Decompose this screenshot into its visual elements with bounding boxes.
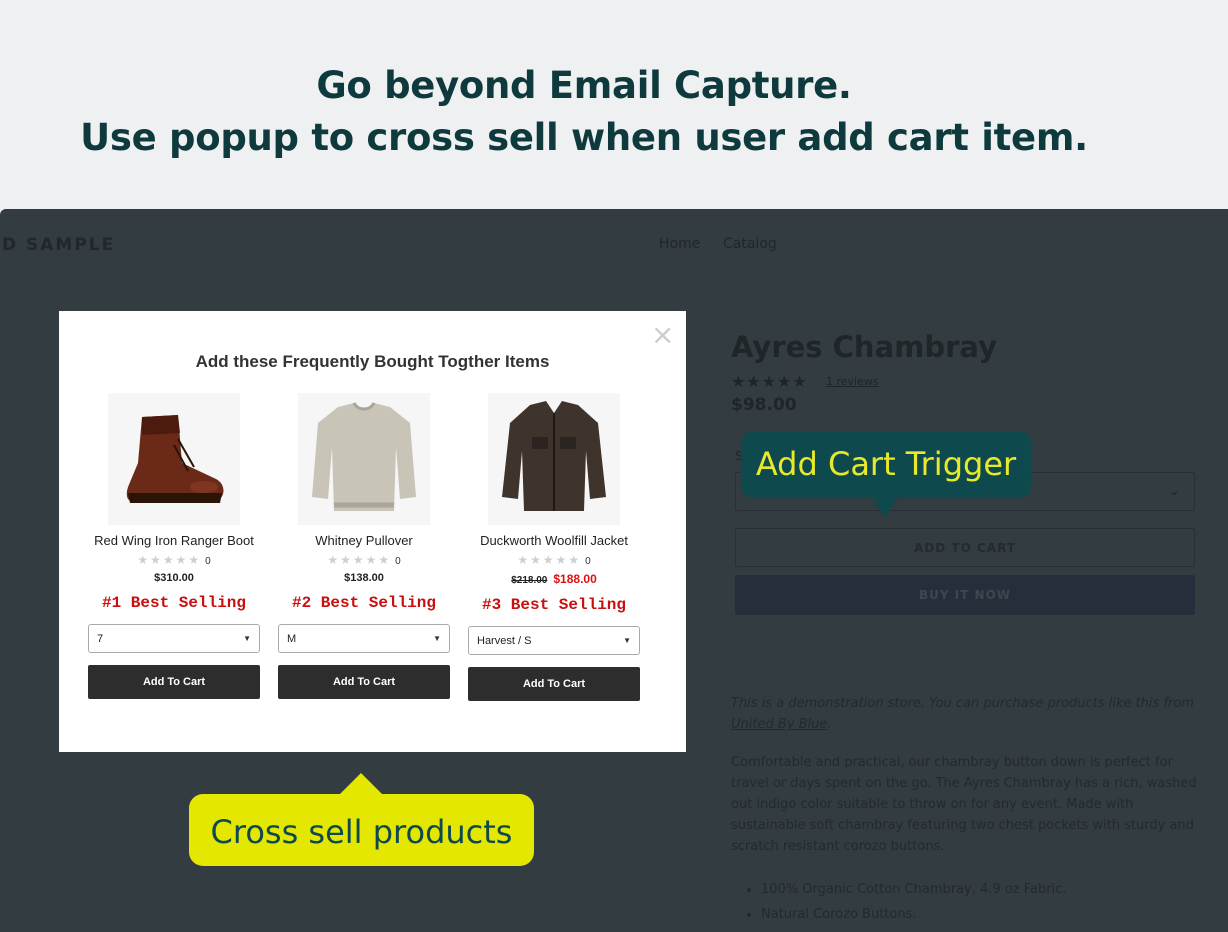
- chevron-down-icon: ⌄: [1169, 483, 1180, 498]
- boot-icon: [108, 393, 240, 525]
- star-icon: ★★★★★: [137, 553, 202, 567]
- rating-count: 0: [205, 556, 211, 567]
- page: Go beyond Email Capture. Use popup to cr…: [0, 0, 1228, 932]
- rating-count: 0: [395, 556, 401, 567]
- rating-count: 0: [585, 556, 591, 567]
- product-card: Whitney Pullover ★★★★★ 0 $138.00 #2 Best …: [278, 393, 450, 699]
- product-price: $98.00: [731, 395, 797, 415]
- reviews-link[interactable]: 1 reviews: [826, 375, 879, 388]
- popup-title: Add these Frequently Bought Togther Item…: [195, 352, 550, 371]
- product-price: $218.00 $188.00: [468, 572, 640, 586]
- product-price-value: $188.00: [553, 572, 597, 586]
- vendor-link[interactable]: United By Blue: [731, 717, 827, 732]
- product-title: Ayres Chambray: [731, 330, 997, 364]
- add-cart-trigger-callout: Add Cart Trigger: [741, 431, 1031, 498]
- variant-select[interactable]: M ▼: [278, 624, 450, 653]
- variant-value: M: [287, 633, 297, 645]
- star-icon: ★★★★★: [517, 553, 582, 567]
- product-rating: ★★★★★ 0: [278, 553, 450, 567]
- demo-note-end: .: [827, 717, 832, 732]
- best-selling-badge: #1 Best Selling: [101, 594, 247, 612]
- callout-pointer: [872, 497, 898, 518]
- feature-item: Natural Corozo Buttons.: [761, 902, 1066, 927]
- product-price-value: $138.00: [344, 572, 384, 584]
- product-image-jacket[interactable]: [488, 393, 620, 525]
- nav-link-catalog[interactable]: Catalog: [723, 236, 777, 252]
- feature-list: 100% Organic Cotton Chambray, 4.9 oz Fab…: [761, 877, 1066, 927]
- star-icon: ★★★★★: [327, 553, 392, 567]
- cross-sell-callout: Cross sell products: [189, 794, 534, 866]
- add-to-cart-button[interactable]: Add To Cart: [88, 665, 260, 699]
- add-to-cart-button[interactable]: Add To Cart: [278, 665, 450, 699]
- product-card: Red Wing Iron Ranger Boot ★★★★★ 0 $310.00…: [88, 393, 260, 699]
- product-price: $310.00: [88, 572, 260, 584]
- caret-down-icon: ▼: [623, 636, 631, 645]
- best-selling-badge: #3 Best Selling: [481, 596, 627, 614]
- variant-value: 7: [97, 633, 104, 645]
- caret-down-icon: ▼: [433, 634, 441, 643]
- nav-link-home[interactable]: Home: [659, 236, 700, 252]
- variant-select[interactable]: 7 ▼: [88, 624, 260, 653]
- product-price: $138.00: [278, 572, 450, 584]
- caret-down-icon: ▼: [243, 634, 251, 643]
- best-selling-badge: #2 Best Selling: [291, 594, 437, 612]
- product-rating: ★★★★★ 0: [88, 553, 260, 567]
- product-name[interactable]: Whitney Pullover: [278, 533, 450, 548]
- product-price-value: $310.00: [154, 572, 194, 584]
- callout-pointer: [339, 773, 383, 795]
- star-rating-icon: ★★★★★: [731, 374, 808, 391]
- buy-now-button[interactable]: BUY IT NOW: [735, 575, 1195, 615]
- jacket-icon: [488, 393, 620, 525]
- product-rating: ★★★★★ 0: [468, 553, 640, 567]
- store-name: D SAMPLE: [2, 235, 116, 255]
- sweater-icon: [298, 393, 430, 525]
- add-to-cart-button[interactable]: ADD TO CART: [735, 528, 1195, 567]
- original-price: $218.00: [511, 575, 548, 586]
- product-name[interactable]: Red Wing Iron Ranger Boot: [88, 533, 260, 548]
- product-card: Duckworth Woolfill Jacket ★★★★★ 0 $218.00…: [468, 393, 640, 701]
- headline-line-1: Go beyond Email Capture.: [316, 64, 852, 107]
- product-description: Comfortable and practical, our chambray …: [731, 755, 1197, 854]
- variant-select[interactable]: Harvest / S ▼: [468, 626, 640, 655]
- cross-sell-popup: × Add these Frequently Bought Togther It…: [59, 311, 686, 752]
- close-icon[interactable]: ×: [651, 318, 674, 351]
- add-to-cart-button[interactable]: Add To Cart: [468, 667, 640, 701]
- headline-line-2: Use popup to cross sell when user add ca…: [80, 116, 1088, 159]
- product-image-boot[interactable]: [108, 393, 240, 525]
- feature-item: 100% Organic Cotton Chambray, 4.9 oz Fab…: [761, 877, 1066, 902]
- demo-note: This is a demonstration store. You can p…: [731, 693, 1201, 735]
- demo-note-text: This is a demonstration store. You can p…: [731, 696, 1194, 711]
- product-image-sweater[interactable]: [298, 393, 430, 525]
- variant-value: Harvest / S: [477, 635, 532, 647]
- product-name[interactable]: Duckworth Woolfill Jacket: [468, 533, 640, 548]
